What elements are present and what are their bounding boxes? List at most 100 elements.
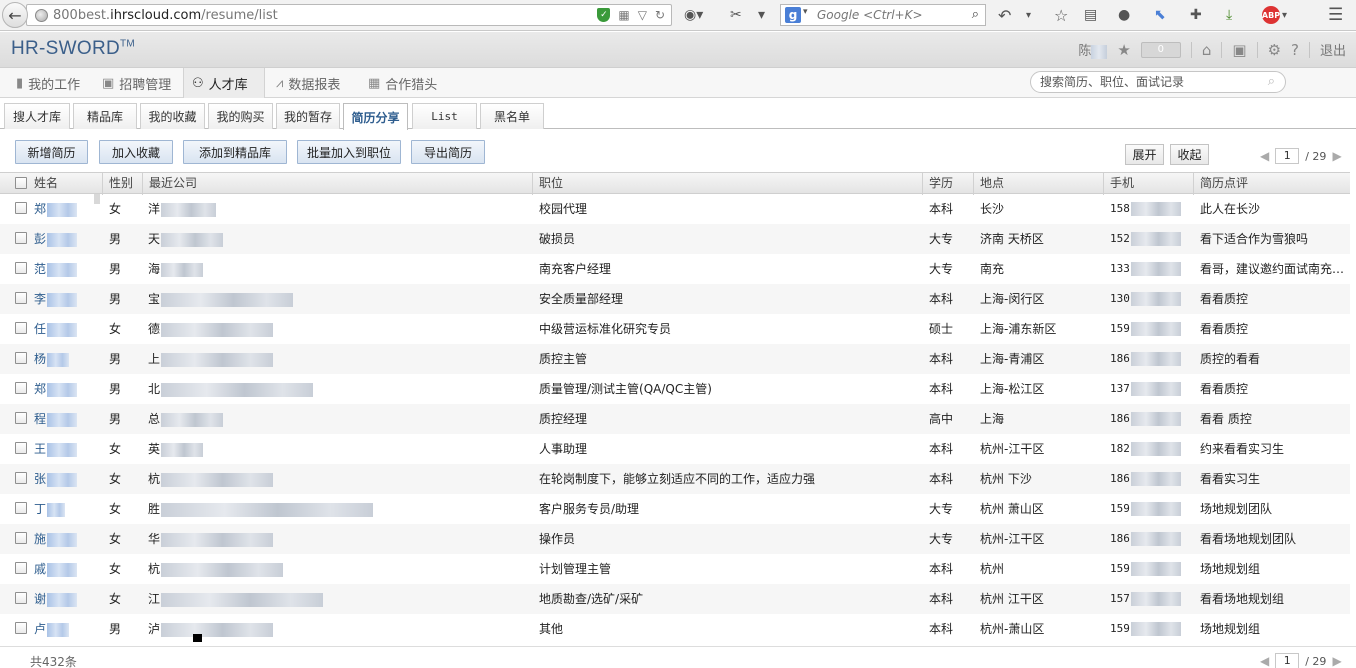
- row-checkbox[interactable]: [15, 502, 27, 514]
- message-icon[interactable]: ▣: [1232, 41, 1246, 59]
- cursor-icon[interactable]: ⬉: [1154, 5, 1166, 25]
- brand-logo[interactable]: HR-SWORDTM: [11, 38, 135, 60]
- history-dropdown-icon[interactable]: ▾: [1026, 5, 1031, 25]
- tab-my-work[interactable]: ▮ 我的工作: [8, 68, 88, 98]
- table-row[interactable]: 戚女 杭计划管理主管 本科 杭州 159 场地规划组: [0, 554, 1350, 584]
- table-row[interactable]: 张女 杭在轮岗制度下，能够立刻适应不同的工作，适应力强 本科 杭州 下沙 186 看看实习…: [0, 464, 1350, 494]
- logout-link[interactable]: 退出: [1320, 40, 1346, 59]
- table-row[interactable]: 王女 英人事助理 本科 杭州-江干区 182 约来看看实习生: [0, 434, 1350, 464]
- col-education[interactable]: 学历: [922, 173, 973, 195]
- clipboard-icon[interactable]: ▤: [1084, 5, 1097, 25]
- weather-icon[interactable]: ◉▾: [684, 5, 703, 25]
- gear-icon[interactable]: ⚙: [1268, 41, 1281, 59]
- next-page-icon[interactable]: ▶: [1332, 654, 1341, 668]
- page-input[interactable]: 1: [1275, 148, 1300, 164]
- cell-name[interactable]: 施: [34, 524, 100, 554]
- search-icon[interactable]: ⌕: [1268, 74, 1275, 89]
- help-icon[interactable]: ?: [1291, 41, 1299, 59]
- home-icon[interactable]: ⌂: [1202, 41, 1212, 59]
- expand-button[interactable]: 展开: [1125, 144, 1164, 165]
- table-row[interactable]: 施女 华操作员 大专 杭州-江干区 186 看看场地规划团队: [0, 524, 1350, 554]
- cell-name[interactable]: 程: [34, 404, 100, 434]
- cell-name[interactable]: 丁: [34, 494, 100, 524]
- row-checkbox[interactable]: [15, 532, 27, 544]
- col-position[interactable]: 职位: [532, 173, 922, 195]
- row-checkbox[interactable]: [15, 262, 27, 274]
- star-icon[interactable]: ☆: [1054, 5, 1068, 25]
- page-input[interactable]: 1: [1275, 653, 1300, 668]
- cell-name[interactable]: 杨: [34, 344, 100, 374]
- add-to-premium-button[interactable]: 添加到精品库: [183, 140, 287, 164]
- download-icon[interactable]: ⤓: [1226, 5, 1232, 25]
- cell-name[interactable]: 范: [34, 254, 100, 284]
- star-icon[interactable]: ★: [1117, 41, 1130, 59]
- hamburger-menu-icon[interactable]: ☰: [1328, 5, 1343, 25]
- tab-recruiting[interactable]: ▣ 招聘管理: [94, 68, 179, 98]
- subtab-list[interactable]: List: [412, 103, 477, 129]
- table-row[interactable]: 程男 总质控经理 高中 上海 186 看看 质控: [0, 404, 1350, 434]
- subtab-premium[interactable]: 精品库: [73, 103, 137, 129]
- subtab-favorites[interactable]: 我的收藏: [140, 103, 205, 129]
- address-bar[interactable]: 800best.ihrscloud.com/resume/list ✓ ▦ ▽ …: [26, 4, 672, 26]
- table-row[interactable]: 李男 宝安全质量部经理 本科 上海-闵行区 130 看看质控: [0, 284, 1350, 314]
- row-checkbox[interactable]: [15, 472, 27, 484]
- row-checkbox[interactable]: [15, 322, 27, 334]
- user-name[interactable]: 陈: [1078, 40, 1108, 59]
- puzzle-icon[interactable]: ✚: [1190, 5, 1202, 25]
- row-checkbox[interactable]: [15, 562, 27, 574]
- prev-page-icon[interactable]: ◀: [1260, 654, 1269, 668]
- chat-icon[interactable]: ●: [1118, 5, 1130, 25]
- url-text[interactable]: 800best.ihrscloud.com/resume/list: [53, 8, 278, 23]
- cell-name[interactable]: 李: [34, 284, 100, 314]
- row-checkbox[interactable]: [15, 592, 27, 604]
- col-location[interactable]: 地点: [973, 173, 1103, 195]
- col-comment[interactable]: 简历点评: [1193, 173, 1350, 195]
- table-row[interactable]: 任女 德中级营运标准化研究专员 硕士 上海-浦东新区 159 看看质控: [0, 314, 1350, 344]
- cell-name[interactable]: 任: [34, 314, 100, 344]
- table-row[interactable]: 卢男 泸其他 本科 杭州-萧山区 159 场地规划组: [0, 614, 1350, 644]
- col-phone[interactable]: 手机: [1103, 173, 1193, 195]
- cell-name[interactable]: 郑: [34, 374, 100, 404]
- row-checkbox[interactable]: [15, 292, 27, 304]
- collapse-button[interactable]: 收起: [1170, 144, 1209, 165]
- subtab-purchased[interactable]: 我的购买: [208, 103, 273, 129]
- column-scroll-handle[interactable]: [94, 194, 100, 204]
- browser-search-box[interactable]: g ▾ Google <Ctrl+K> ⌕: [780, 4, 986, 26]
- cell-name[interactable]: 卢: [34, 614, 100, 644]
- add-resume-button[interactable]: 新增简历: [15, 140, 88, 164]
- table-row[interactable]: 彭男 天破损员 大专 济南 天桥区 152 看下适合作为雪狼吗: [0, 224, 1350, 254]
- cell-name[interactable]: 郑: [34, 194, 100, 224]
- back-button[interactable]: ←: [2, 2, 28, 28]
- table-row[interactable]: 范男 海南充客户经理 大专 南充 133 看哥，建议邀约面试南充…: [0, 254, 1350, 284]
- search-icon[interactable]: ⌕: [972, 7, 979, 22]
- row-checkbox[interactable]: [15, 412, 27, 424]
- cell-name[interactable]: 张: [34, 464, 100, 494]
- cell-name[interactable]: 戚: [34, 554, 100, 584]
- global-search-input[interactable]: [1040, 74, 1260, 90]
- tool-icon[interactable]: ✂: [730, 5, 742, 25]
- col-company[interactable]: 最近公司: [142, 173, 532, 195]
- subtab-search-talent[interactable]: 搜人才库: [4, 103, 70, 129]
- row-checkbox[interactable]: [15, 202, 27, 214]
- reload-icon[interactable]: ↻: [655, 8, 665, 22]
- table-row[interactable]: 郑女 洋校园代理 本科 长沙 158 此人在长沙: [0, 194, 1350, 224]
- row-checkbox[interactable]: [15, 382, 27, 394]
- table-row[interactable]: 谢女 江地质勘查/选矿/采矿 本科 杭州 江干区 157 看看场地规划组: [0, 584, 1350, 614]
- col-name[interactable]: 姓名: [28, 173, 102, 195]
- cell-name[interactable]: 彭: [34, 224, 100, 254]
- menu-dropdown-icon[interactable]: ▾: [758, 5, 765, 25]
- tab-headhunters[interactable]: ▦ 合作猎头: [360, 68, 445, 98]
- subtab-drafts[interactable]: 我的暂存: [276, 103, 340, 129]
- row-checkbox[interactable]: [15, 622, 27, 634]
- row-checkbox[interactable]: [15, 442, 27, 454]
- next-page-icon[interactable]: ▶: [1332, 149, 1341, 163]
- subtab-resume-share[interactable]: 简历分享: [343, 103, 408, 130]
- table-row[interactable]: 杨男 上质控主管 本科 上海-青浦区 186 质控的看看: [0, 344, 1350, 374]
- tab-reports[interactable]: ⩘ 数据报表: [268, 68, 348, 98]
- batch-add-to-position-button[interactable]: 批量加入到职位: [297, 140, 401, 164]
- shield-icon[interactable]: ✓: [597, 8, 611, 22]
- prev-page-icon[interactable]: ◀: [1260, 149, 1269, 163]
- table-row[interactable]: 郑男 北质量管理/测试主管(QA/QC主管) 本科 上海-松江区 137 看看质控: [0, 374, 1350, 404]
- dropdown-icon[interactable]: ▽: [638, 8, 647, 22]
- cell-name[interactable]: 王: [34, 434, 100, 464]
